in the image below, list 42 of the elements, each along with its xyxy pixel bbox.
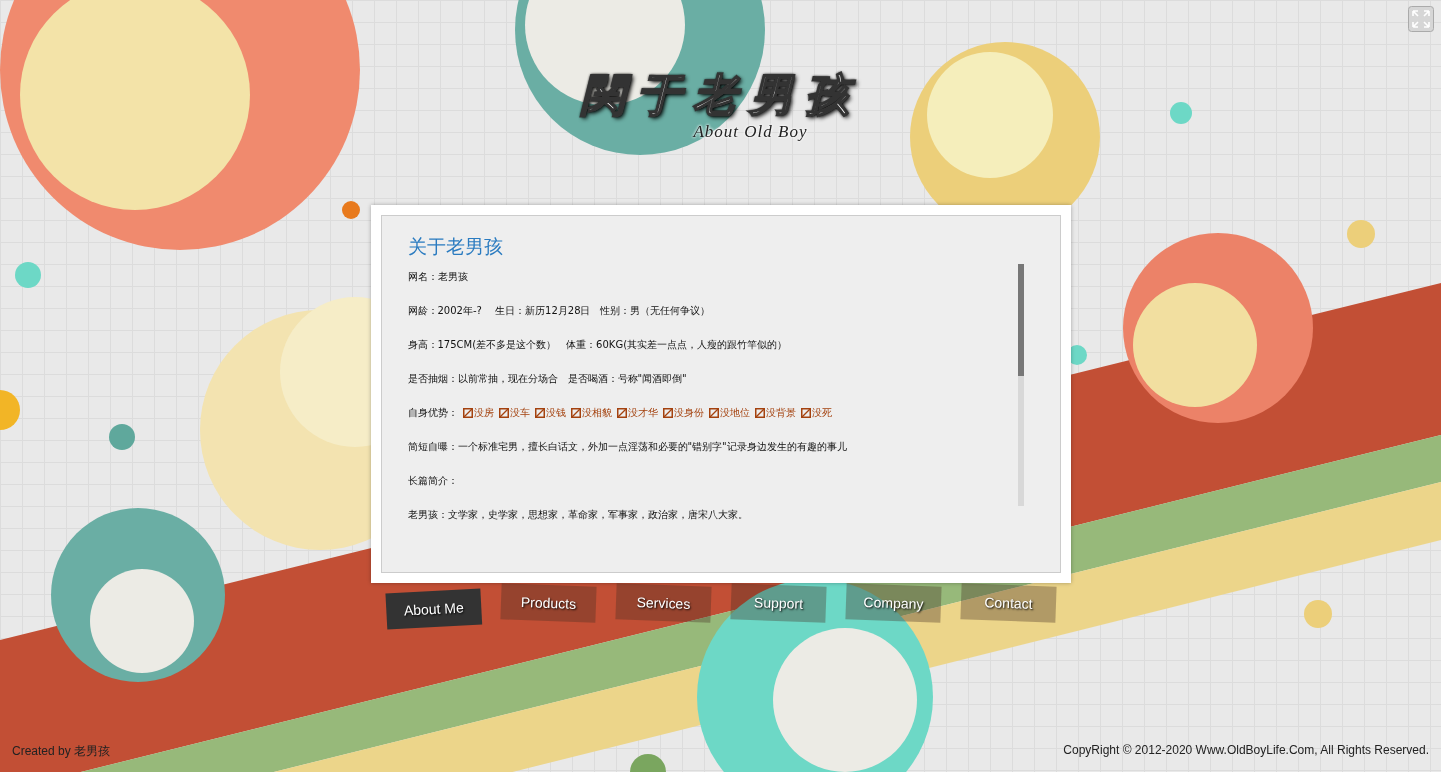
dot-drawing <box>1347 220 1375 248</box>
crossed-box-icon <box>800 408 811 418</box>
trait-tag: 没地位 <box>719 406 750 420</box>
scrollbar[interactable] <box>1017 264 1024 506</box>
dot-drawing <box>1304 600 1332 628</box>
profile-line: 网龄：2002年-? 生日：新历12月28日 性别：男（无任何争议） <box>407 304 712 318</box>
dot-drawing <box>15 262 41 288</box>
trait-tag: 没才华 <box>627 406 658 420</box>
crossed-box-icon <box>462 408 473 418</box>
crossed-box-icon <box>708 408 719 418</box>
trait-tag: 没死 <box>811 406 832 420</box>
trait-tag: 没钱 <box>545 406 566 420</box>
crossed-box-icon <box>662 408 673 418</box>
profile-line: 是否抽烟：以前常抽，现在分场合 是否喝酒：号称"闻酒即倒" <box>407 372 688 386</box>
trait-tag: 没房 <box>473 406 494 420</box>
trait-tag: 没相貌 <box>581 406 612 420</box>
credit-text: Created by 老男孩 <box>12 743 111 760</box>
panel-heading: 关于老男孩 <box>407 234 504 259</box>
fullscreen-icon[interactable] <box>1408 6 1434 32</box>
nav-tab[interactable]: Services <box>614 583 712 623</box>
profile-label: 自身优势： <box>407 406 458 420</box>
crossed-box-icon <box>534 408 545 418</box>
dot-drawing <box>630 754 666 772</box>
profile-line: 网名：老男孩 <box>407 270 469 284</box>
nav-tab[interactable]: Products <box>499 583 597 623</box>
trait-tag: 没身份 <box>673 406 704 420</box>
nav-tab[interactable]: Company <box>844 583 942 623</box>
crossed-box-icon <box>616 408 627 418</box>
crossed-box-icon <box>498 408 509 418</box>
copyright-text: CopyRight © 2012-2020 Www.OldBoyLife.Com, All Rights Reserved. <box>1063 743 1429 759</box>
profile-line: 简短自曝：一个标准宅男，擅长白话文，外加一点淫荡和必要的"错别字"记录身边发生的有趣的事儿 <box>407 440 848 454</box>
trait-tag: 没背景 <box>765 406 796 420</box>
dot-drawing <box>0 390 20 430</box>
profile-line: 长篇简介： <box>407 474 459 488</box>
dot-drawing <box>342 201 360 219</box>
profile-line: 老男孩：文学家，史学家，思想家，革命家，军事家，政治家，唐宋八大家。 <box>407 508 749 522</box>
crossed-box-icon <box>754 408 765 418</box>
crossed-box-icon <box>570 408 581 418</box>
dot-drawing <box>1170 102 1192 124</box>
profile-line: 身高：175CM(差不多是这个数） 体重：60KG(其实差一点点，人瘦的跟竹竿似的） <box>407 338 789 352</box>
dot-drawing <box>109 424 135 450</box>
trait-tag: 没车 <box>509 406 530 420</box>
